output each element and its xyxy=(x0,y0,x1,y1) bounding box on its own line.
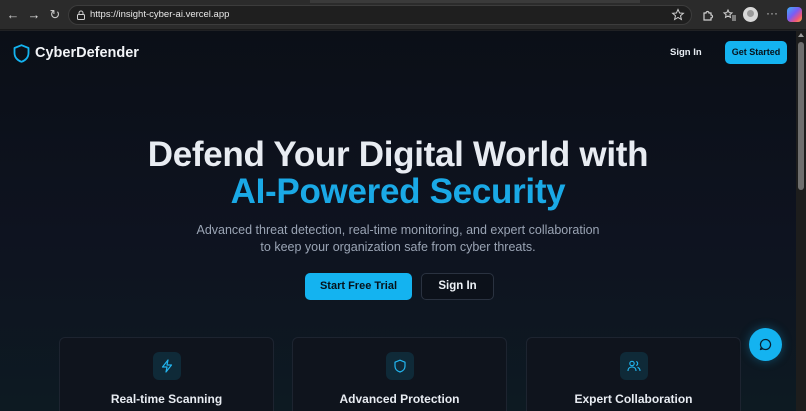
users-icon xyxy=(620,352,648,380)
copilot-icon[interactable] xyxy=(787,7,802,22)
scrollbar-thumb[interactable] xyxy=(798,42,804,190)
start-free-trial-button[interactable]: Start Free Trial xyxy=(305,273,412,300)
address-bar[interactable]: https://insight-cyber-ai.vercel.app xyxy=(68,5,692,25)
shield-logo-icon xyxy=(13,44,30,63)
nav-sign-in-link[interactable]: Sign In xyxy=(670,47,702,58)
back-icon[interactable]: ← xyxy=(5,7,21,23)
profile-avatar[interactable] xyxy=(743,7,758,22)
scroll-up-arrow-icon[interactable] xyxy=(798,33,804,37)
reload-icon[interactable]: ↻ xyxy=(47,7,63,23)
hero-sign-in-button[interactable]: Sign In xyxy=(421,273,494,300)
brand-name[interactable]: CyberDefender xyxy=(35,45,139,61)
favorite-star-icon[interactable] xyxy=(671,8,685,22)
favorites-icon[interactable] xyxy=(722,7,738,23)
menu-dots-icon[interactable]: ··· xyxy=(766,6,778,20)
extensions-icon[interactable] xyxy=(700,7,716,23)
url-text[interactable]: https://insight-cyber-ai.vercel.app xyxy=(90,9,229,20)
chat-button[interactable] xyxy=(749,328,782,361)
feature-card-realtime-scanning: Real-time Scanning xyxy=(59,337,274,411)
feature-title: Advanced Protection xyxy=(339,392,460,406)
chat-bubble-icon xyxy=(759,338,772,351)
shield-icon xyxy=(386,352,414,380)
hero-subtitle-line1: Advanced threat detection, real-time mon… xyxy=(196,223,600,237)
get-started-button[interactable]: Get Started xyxy=(725,41,787,64)
hero-title-line2: AI-Powered Security xyxy=(230,172,566,211)
feature-title: Real-time Scanning xyxy=(110,392,223,406)
feature-card-expert-collaboration: Expert Collaboration xyxy=(526,337,741,411)
hero-subtitle: Advanced threat detection, real-time mon… xyxy=(0,222,796,256)
feature-title: Expert Collaboration xyxy=(574,392,693,406)
tab-strip xyxy=(310,0,640,3)
feature-card-advanced-protection: Advanced Protection xyxy=(292,337,507,411)
hero-subtitle-line2: to keep your organization safe from cybe… xyxy=(260,240,536,254)
hero-title-line1: Defend Your Digital World with xyxy=(147,135,649,174)
forward-icon[interactable]: → xyxy=(26,7,42,23)
lightning-icon xyxy=(153,352,181,380)
lock-icon[interactable] xyxy=(75,9,87,21)
browser-toolbar: ← → ↻ https://insight-cyber-ai.vercel.ap… xyxy=(0,0,806,30)
page-viewport: CyberDefender Sign In Get Started Defend… xyxy=(0,31,796,411)
